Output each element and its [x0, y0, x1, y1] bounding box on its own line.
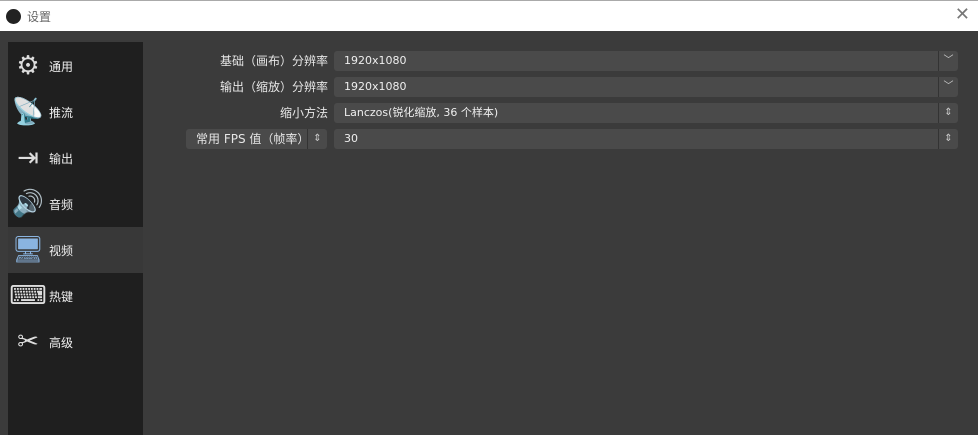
- fps-value-select[interactable]: 30 ⇕: [334, 129, 958, 149]
- tools-icon: ✂: [17, 327, 39, 357]
- monitor-icon: 🖥: [11, 235, 45, 265]
- downscale-filter-select[interactable]: Lanczos(锐化缩放, 36 个样本) ⇕: [334, 103, 958, 123]
- updown-arrows-icon: ⇕: [307, 129, 327, 149]
- base-resolution-label: 基础（画布）分辨率: [219, 54, 328, 68]
- chevron-down-icon[interactable]: ﹀: [938, 51, 958, 71]
- antenna-icon: 📡: [11, 97, 45, 127]
- sidebar-item-stream[interactable]: 📡 推流: [8, 89, 143, 135]
- sidebar-item-label: 推流: [49, 105, 74, 120]
- output-icon: ⇥: [17, 143, 39, 173]
- chevron-down-icon[interactable]: ﹀: [938, 77, 958, 97]
- sidebar-item-video[interactable]: 🖥 视频: [8, 227, 143, 273]
- sidebar-item-output[interactable]: ⇥ 输出: [8, 135, 143, 181]
- sidebar-item-label: 音频: [49, 197, 74, 212]
- sidebar-item-label: 输出: [49, 151, 74, 166]
- close-icon[interactable]: ✕: [955, 4, 970, 25]
- fps-type-select[interactable]: 常用 FPS 值（帧率） ⇕: [186, 129, 327, 149]
- sidebar-item-hotkeys[interactable]: ⌨ 热键: [8, 273, 143, 319]
- sidebar-item-label: 高级: [49, 335, 74, 350]
- sidebar-item-general[interactable]: ⚙ 通用: [8, 43, 143, 89]
- sidebar-item-audio[interactable]: 🔊 音频: [8, 181, 143, 227]
- fps-type-label: 常用 FPS 值（帧率）: [196, 132, 310, 146]
- base-resolution-value: 1920x1080: [344, 54, 407, 67]
- title-bar: 设置 ✕: [0, 0, 978, 31]
- sidebar-item-label: 通用: [49, 59, 74, 74]
- downscale-filter-value: Lanczos(锐化缩放, 36 个样本): [344, 106, 499, 119]
- obs-logo-icon: [6, 9, 21, 24]
- sidebar-item-advanced[interactable]: ✂ 高级: [8, 319, 143, 365]
- settings-sidebar: ⚙ 通用 📡 推流 ⇥ 输出 🔊 音频 🖥 视频 ⌨ 热键 ✂ 高级: [8, 42, 143, 435]
- output-resolution-combobox[interactable]: 1920x1080 ﹀: [334, 77, 958, 97]
- downscale-filter-label: 缩小方法: [279, 106, 328, 120]
- window-title: 设置: [27, 10, 52, 24]
- fps-value: 30: [344, 132, 358, 145]
- updown-arrows-icon[interactable]: ⇕: [938, 129, 958, 149]
- base-resolution-combobox[interactable]: 1920x1080 ﹀: [334, 51, 958, 71]
- sidebar-item-label: 视频: [49, 243, 74, 258]
- output-resolution-value: 1920x1080: [344, 80, 407, 93]
- keyboard-icon: ⌨: [9, 281, 47, 311]
- sidebar-item-label: 热键: [49, 289, 74, 304]
- updown-arrows-icon[interactable]: ⇕: [938, 103, 958, 123]
- speaker-icon: 🔊: [11, 189, 45, 219]
- gear-icon: ⚙: [16, 51, 40, 81]
- output-resolution-label: 输出（缩放）分辨率: [219, 80, 328, 94]
